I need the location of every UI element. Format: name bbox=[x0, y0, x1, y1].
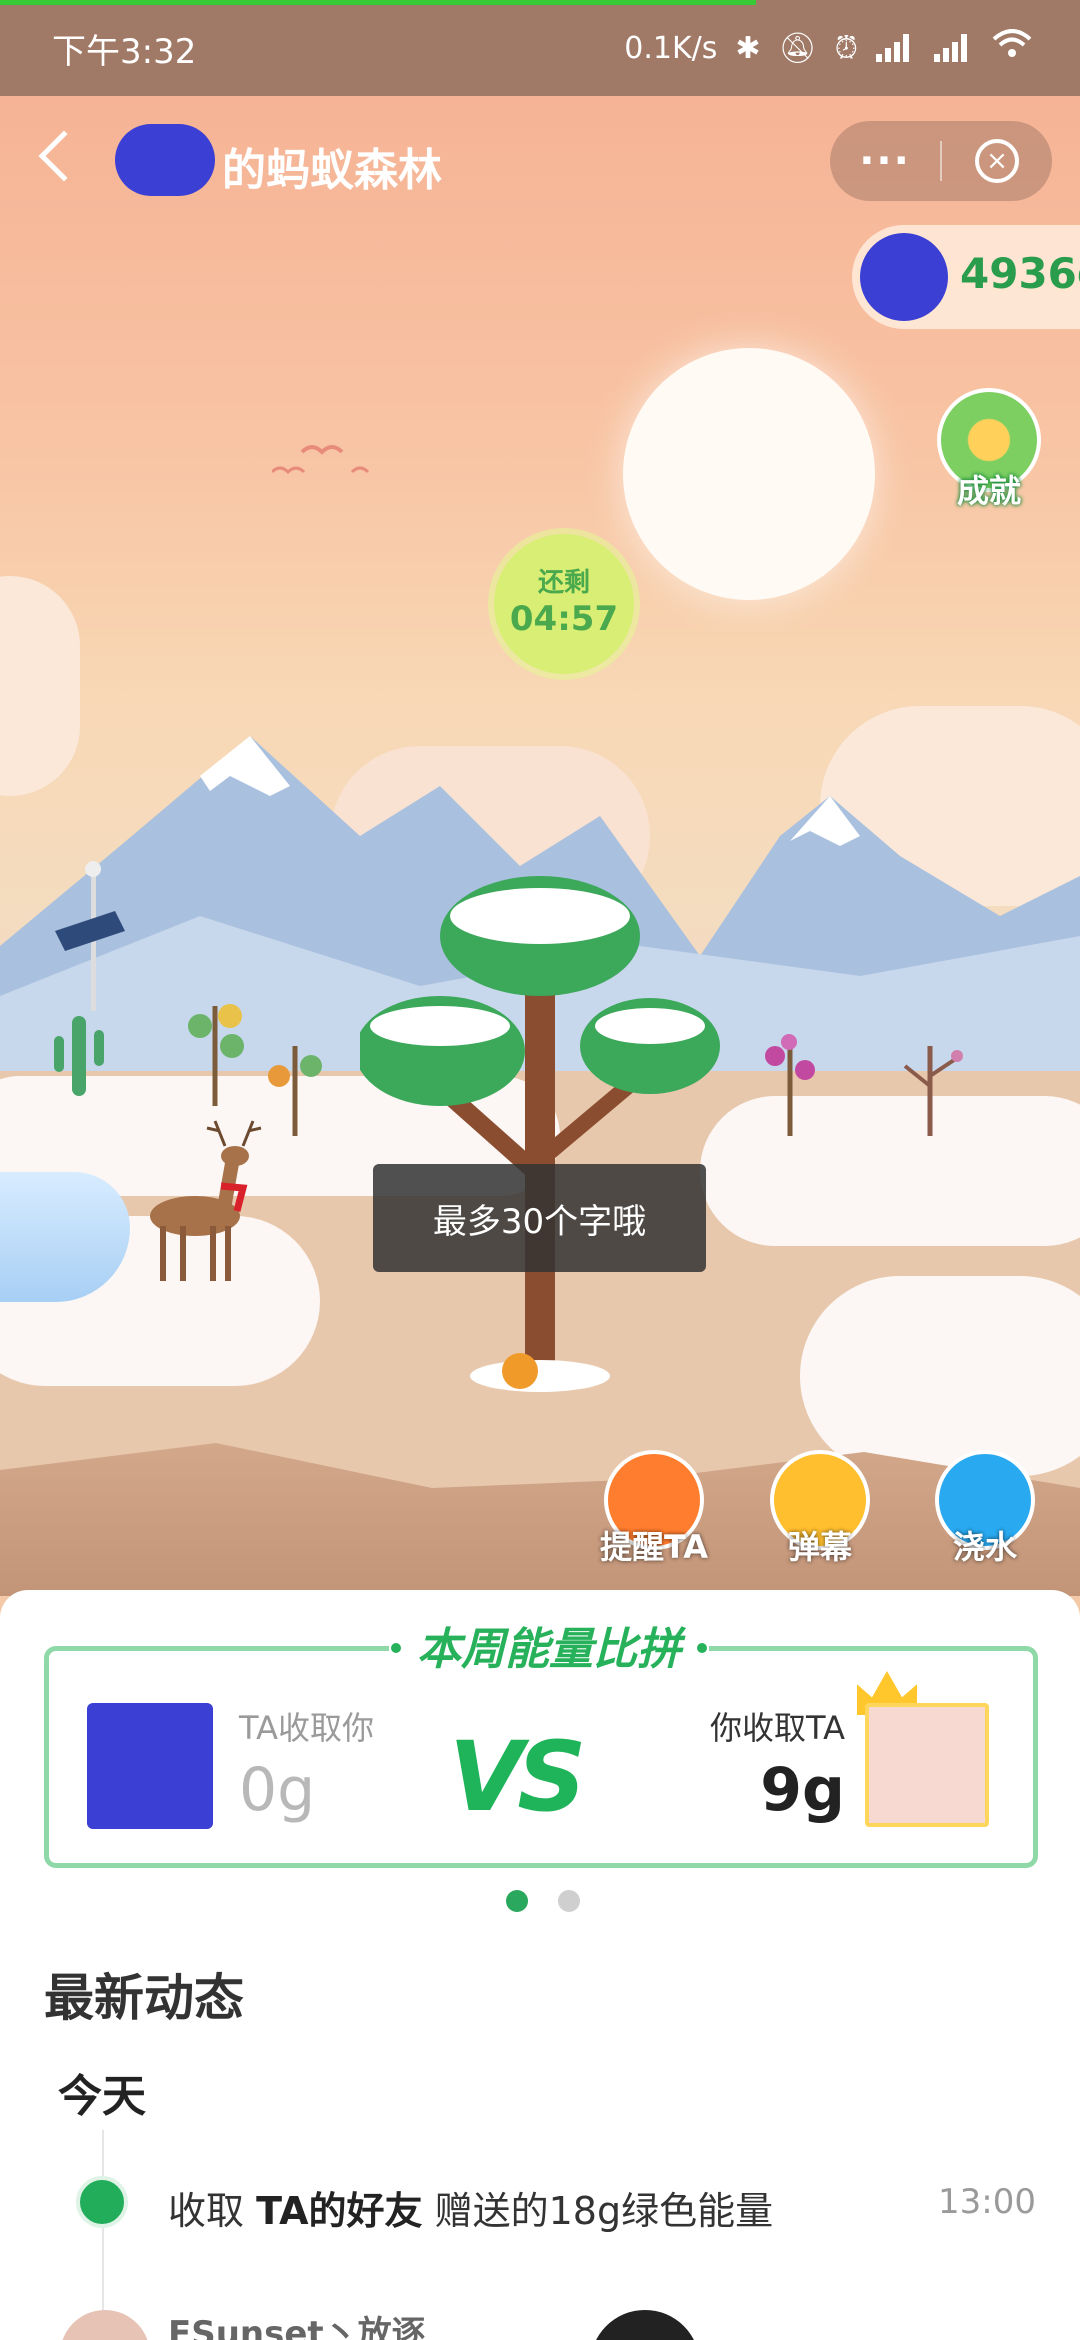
signal-icon bbox=[876, 34, 916, 62]
list-item[interactable]: 收取 TA的好友 赠送的18g绿色能量 13:00 bbox=[76, 2170, 1036, 2233]
user-avatar bbox=[860, 233, 948, 321]
owner-avatar[interactable] bbox=[115, 124, 215, 196]
water-button[interactable]: 浇水 bbox=[915, 1450, 1055, 1568]
bluetooth-icon: ✱ bbox=[735, 30, 761, 66]
close-button[interactable]: × bbox=[942, 121, 1052, 201]
close-icon: × bbox=[975, 139, 1019, 183]
cactus-plant[interactable] bbox=[48, 1006, 108, 1096]
shrub-plant[interactable] bbox=[170, 996, 260, 1106]
vs-mark: VS bbox=[449, 1721, 586, 1833]
avatar bbox=[60, 2310, 150, 2340]
feed-time: 13:00 bbox=[938, 2182, 1036, 2222]
shrub-plant[interactable] bbox=[255, 1036, 335, 1136]
remind-label: 提醒TA bbox=[599, 1528, 709, 1566]
page-load-progress bbox=[0, 0, 756, 5]
signal-icon bbox=[934, 34, 974, 62]
deer bbox=[150, 1120, 262, 1281]
wifi-icon bbox=[992, 29, 1032, 67]
compare-title: 本周能量比拼 bbox=[389, 1613, 709, 1675]
achievement-button[interactable]: 成就 bbox=[934, 388, 1044, 510]
feed-suffix: 赠送的18g绿色能量 bbox=[434, 2189, 774, 2233]
branch-plant[interactable] bbox=[885, 1036, 975, 1136]
penguin-avatar bbox=[590, 2310, 700, 2340]
mute-icon: 🔕︎ bbox=[778, 30, 817, 66]
feed-text: 收取 TA的好友 赠送的18g绿色能量 bbox=[168, 2180, 773, 2235]
flower-plant[interactable] bbox=[745, 1026, 835, 1136]
water-label: 浇水 bbox=[952, 1528, 1017, 1566]
alarm-icon: ⏰︎ bbox=[834, 30, 858, 66]
back-icon[interactable] bbox=[38, 130, 90, 182]
net-speed: 0.1K/s bbox=[624, 30, 718, 66]
energy-total-pill[interactable]: 4936g bbox=[852, 225, 1080, 329]
pager-dot-active[interactable] bbox=[506, 1890, 528, 1912]
friend-collected-label: TA收取你 bbox=[239, 1709, 374, 1747]
more-button[interactable]: ··· bbox=[830, 121, 940, 201]
pager-dot[interactable] bbox=[558, 1890, 580, 1912]
energy-tree[interactable] bbox=[360, 876, 720, 1396]
page-title: 的蚂蚁森林 bbox=[222, 145, 442, 196]
pager-dots bbox=[506, 1890, 580, 1912]
danmaku-label: 弹幕 bbox=[787, 1528, 852, 1566]
you-collected-label: 你收取TA bbox=[710, 1709, 845, 1747]
danmaku-button[interactable]: 弹幕 bbox=[750, 1450, 890, 1568]
friend-avatar bbox=[87, 1703, 213, 1829]
feed-day: 今天 bbox=[58, 2071, 146, 2122]
energy-total: 4936g bbox=[960, 249, 1080, 298]
status-time: 下午3:32 bbox=[52, 31, 197, 72]
birds bbox=[272, 445, 370, 475]
you-collected-value: 9g bbox=[760, 1755, 845, 1825]
friend-collected-value: 0g bbox=[239, 1755, 316, 1825]
sun bbox=[623, 348, 875, 600]
status-bar: 下午3:32 0.1K/s ✱ 🔕︎ ⏰︎ bbox=[0, 0, 1080, 96]
bottom-panel: 本周能量比拼 TA收取你 0g VS 你收取TA 9g 最新动态 今天 收取 T… bbox=[0, 1590, 1080, 2340]
timer-value: 04:57 bbox=[509, 599, 619, 639]
toast-message: 最多30个字哦 bbox=[373, 1164, 706, 1272]
weekly-energy-compare-card[interactable]: 本周能量比拼 TA收取你 0g VS 你收取TA 9g bbox=[44, 1613, 1038, 1868]
nav-bar: 的蚂蚁森林 ··· × bbox=[0, 96, 1080, 226]
mini-program-capsule: ··· × bbox=[830, 121, 1052, 201]
energy-timer-bubble[interactable]: 还剩 04:57 bbox=[494, 534, 634, 674]
list-item[interactable]: FSunset丶放逐 bbox=[50, 2306, 950, 2340]
feed-prefix: 收取 bbox=[168, 2189, 245, 2233]
friend-name: FSunset丶放逐 bbox=[168, 2314, 426, 2340]
my-avatar bbox=[865, 1703, 989, 1827]
leaf-icon bbox=[76, 2176, 128, 2228]
achievement-label: 成就 bbox=[956, 472, 1021, 510]
section-title: 最新动态 bbox=[44, 1969, 244, 2027]
solar-panel bbox=[55, 861, 125, 1011]
timer-label: 还剩 bbox=[537, 568, 590, 598]
feed-friend[interactable]: TA的好友 bbox=[256, 2189, 422, 2233]
remind-button[interactable]: 提醒TA bbox=[584, 1450, 724, 1568]
snow-patch bbox=[800, 1276, 1080, 1476]
